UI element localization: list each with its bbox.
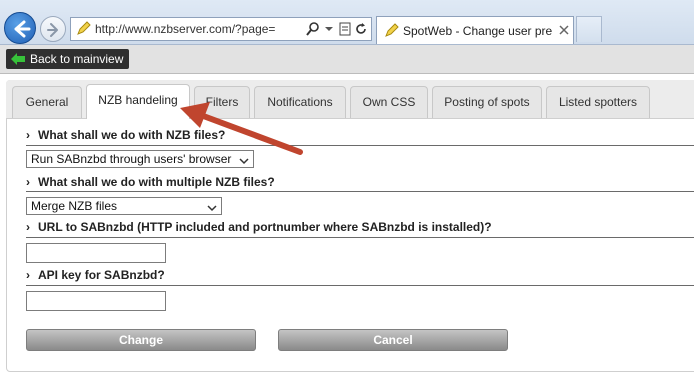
divider: [26, 191, 694, 192]
toolbar: Back to mainview: [0, 45, 694, 74]
chevron-right-icon: ›: [26, 128, 30, 142]
section-heading-multiple-nzb: › What shall we do with multiple NZB file…: [26, 175, 275, 189]
back-to-mainview-button[interactable]: Back to mainview: [6, 49, 130, 69]
tab-title: SpotWeb - Change user pre...: [403, 24, 553, 38]
dropdown-chevron-icon[interactable]: [321, 21, 337, 37]
page-pencil-icon: [75, 21, 91, 37]
divider: [26, 237, 694, 238]
address-text[interactable]: http://www.nzbserver.com/?page=edit: [95, 22, 275, 36]
forward-arrow-icon[interactable]: [40, 16, 66, 42]
change-button[interactable]: Change: [26, 329, 256, 351]
annotation-arrow: [180, 102, 303, 155]
multiple-nzb-select[interactable]: Merge NZB files: [26, 197, 222, 215]
browser-chrome: http://www.nzbserver.com/?page=edit Spot…: [0, 0, 694, 45]
browser-tab[interactable]: SpotWeb - Change user pre...: [376, 16, 574, 44]
chevron-right-icon: ›: [26, 268, 30, 282]
back-arrow-icon[interactable]: [4, 12, 36, 44]
divider: [26, 145, 694, 146]
tab-posting-of-spots[interactable]: Posting of spots: [432, 86, 542, 118]
chevron-right-icon: ›: [26, 175, 30, 189]
tab-nzb-handeling[interactable]: NZB handeling: [86, 84, 190, 119]
sab-url-input[interactable]: [26, 243, 166, 263]
address-bar[interactable]: http://www.nzbserver.com/?page=edit: [70, 17, 372, 41]
tab-own-css[interactable]: Own CSS: [350, 86, 428, 118]
close-icon[interactable]: [557, 23, 571, 37]
tab-listed-spotters[interactable]: Listed spotters: [546, 86, 650, 118]
tab-general[interactable]: General: [12, 86, 82, 118]
search-icon[interactable]: [305, 21, 321, 37]
section-heading-api-key: › API key for SABnzbd?: [26, 268, 165, 282]
cancel-button[interactable]: Cancel: [278, 329, 508, 351]
back-arrow-icon: [10, 52, 26, 66]
compatibility-view-icon[interactable]: [337, 21, 353, 37]
api-key-input[interactable]: [26, 291, 166, 311]
back-to-mainview-label: Back to mainview: [30, 52, 124, 66]
refresh-icon[interactable]: [353, 21, 369, 37]
page-pencil-icon: [383, 23, 399, 39]
new-tab-button[interactable]: [576, 16, 602, 42]
section-heading-sab-url: › URL to SABnzbd (HTTP included and portn…: [26, 220, 492, 234]
chevron-right-icon: ›: [26, 220, 30, 234]
chevron-down-icon: [207, 201, 217, 212]
divider: [26, 285, 694, 286]
